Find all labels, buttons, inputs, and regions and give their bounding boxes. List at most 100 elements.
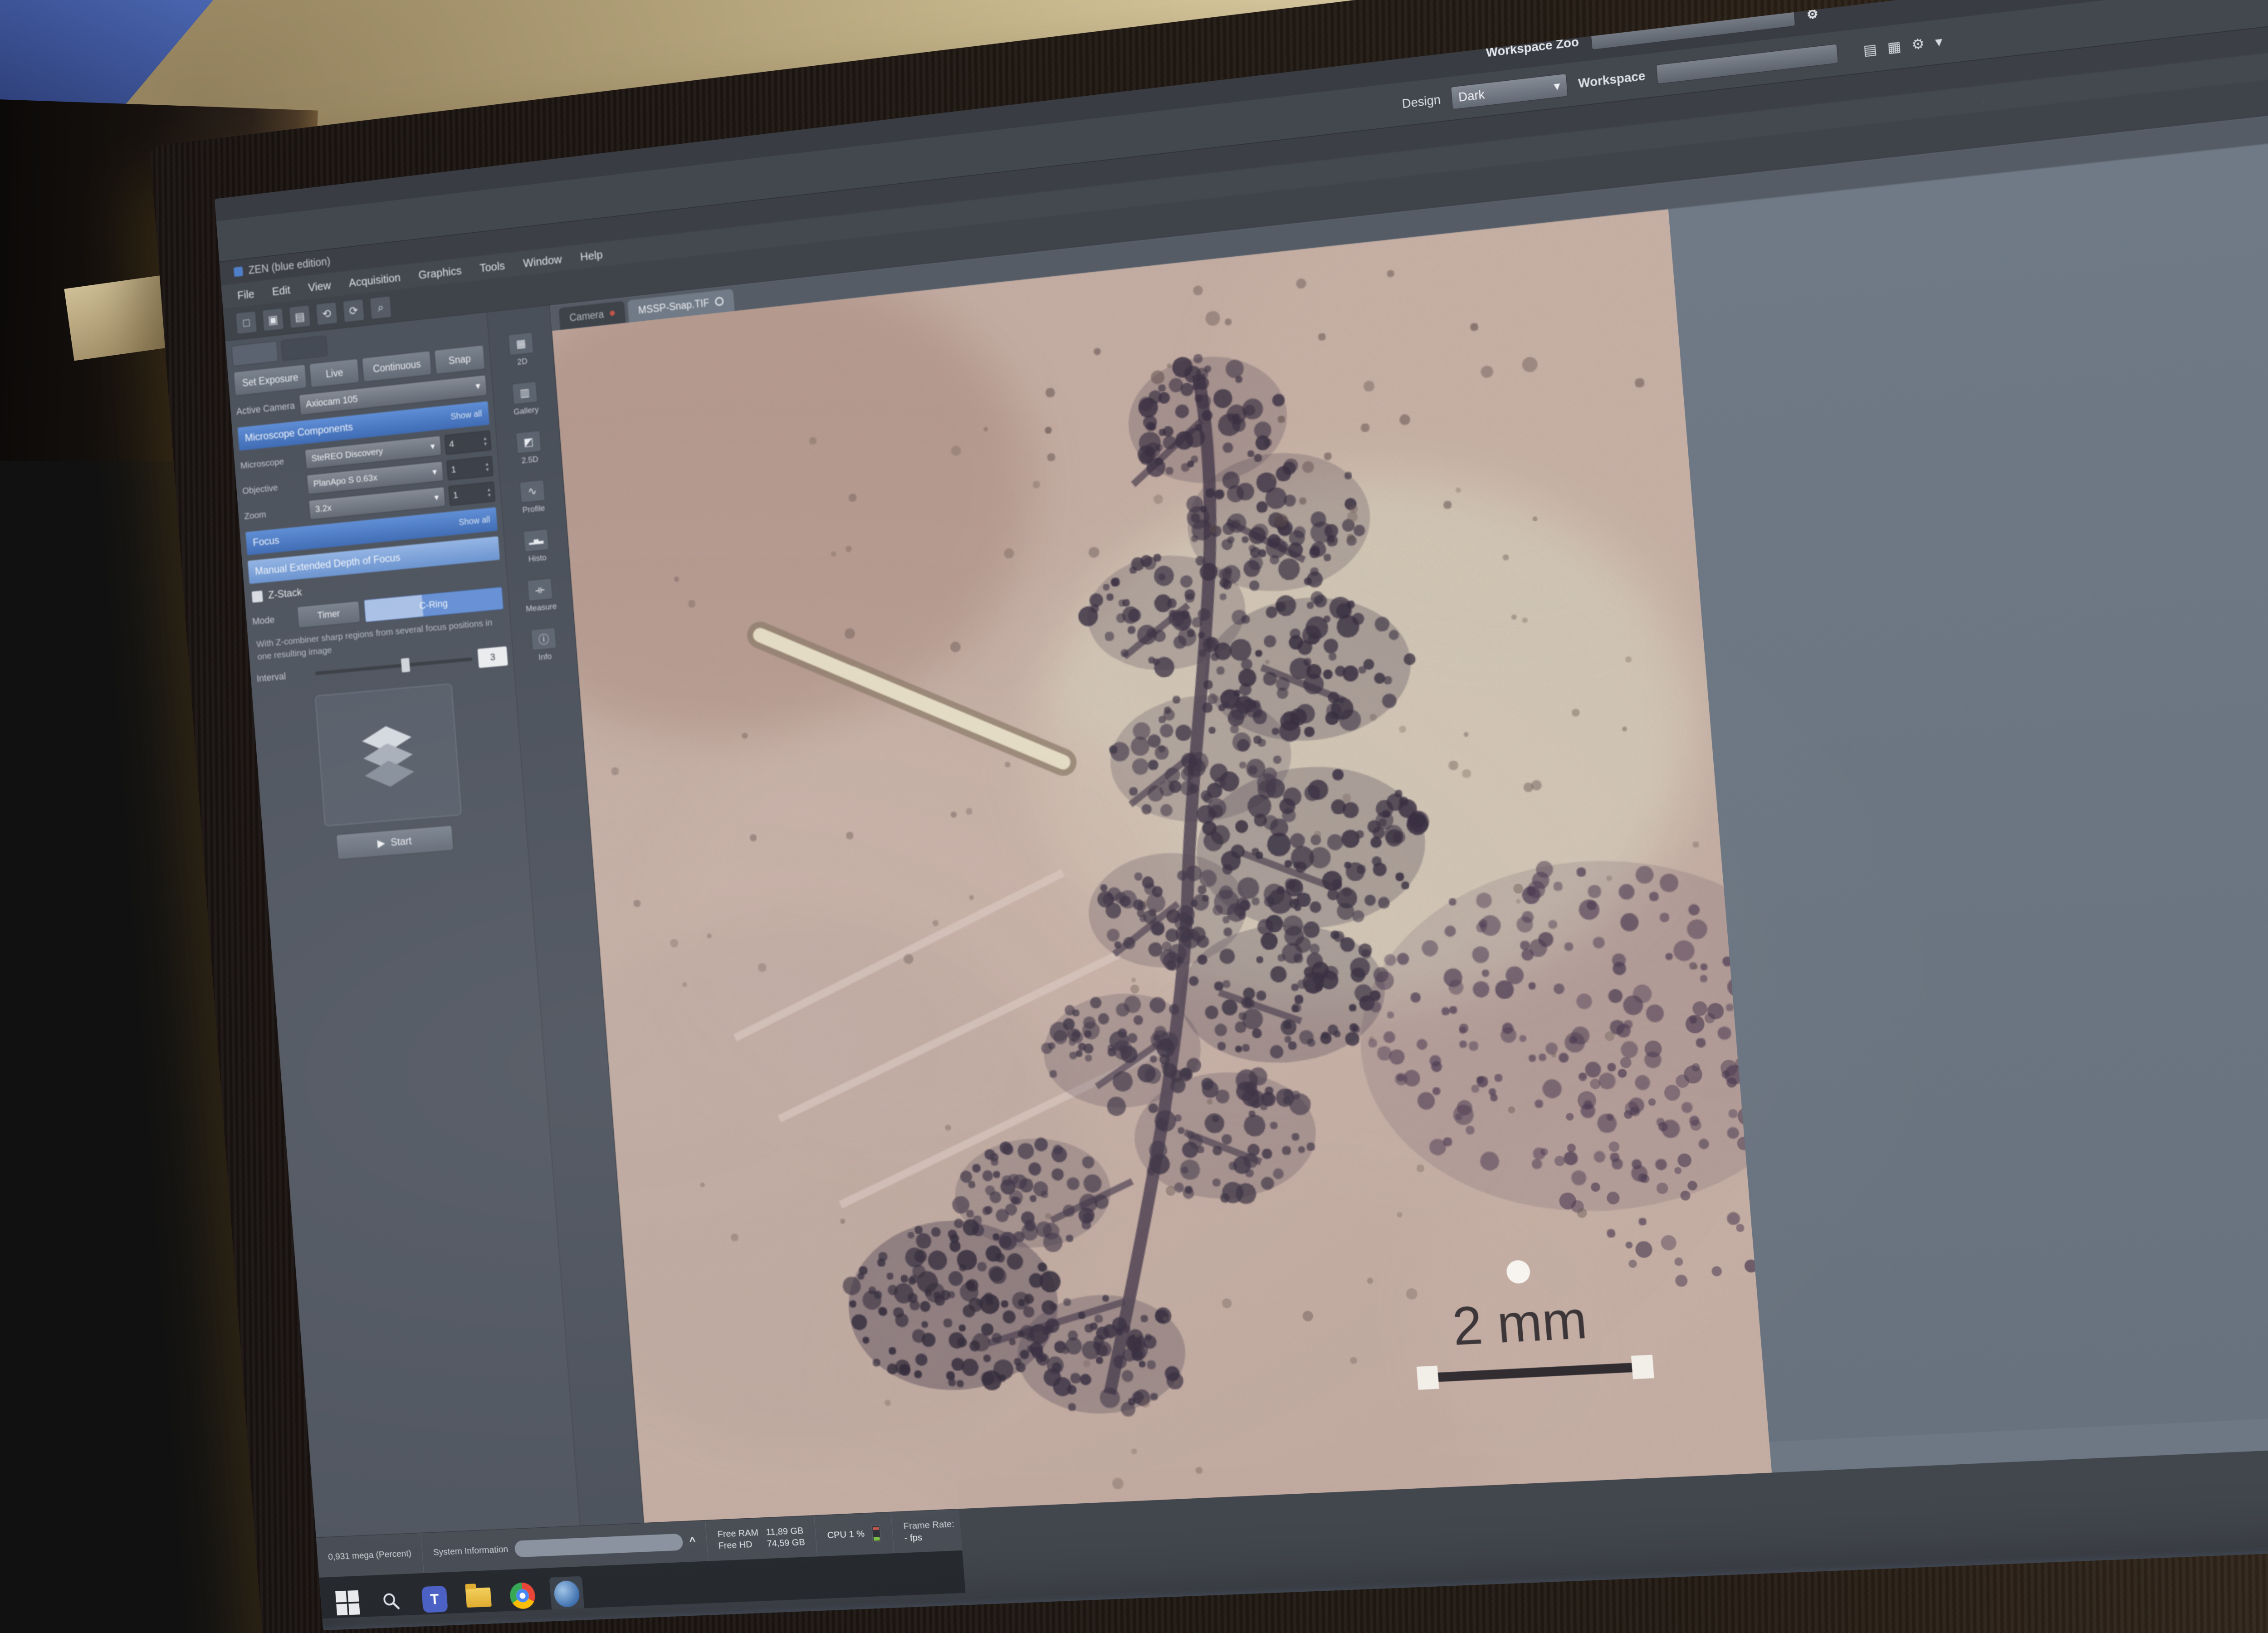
image-viewer: Camera MSSP-Snap.TIF — [550, 92, 2268, 1523]
status-user: User: andrea.silva1 — [1270, 1492, 1354, 1537]
redo-icon[interactable]: ⟳ — [342, 299, 365, 323]
zen-app-icon — [234, 266, 243, 277]
tab-profile[interactable]: ∿ Profile — [519, 479, 546, 515]
chevron-down-icon: ▾ — [475, 380, 481, 392]
cpu-meter-icon — [871, 1524, 882, 1542]
image-viewport[interactable]: 2 mm — [552, 120, 2268, 1523]
interval-value[interactable]: 3 — [478, 646, 508, 668]
microscope-stepper[interactable]: 4▴▾ — [445, 430, 492, 455]
close-icon[interactable] — [715, 297, 724, 306]
objective-stepper[interactable]: 1▴▾ — [446, 456, 494, 480]
design-label: Design — [1402, 93, 1441, 111]
status-pixel-value: Pixel Value: – — [965, 1506, 1039, 1550]
workspace-label: Workspace — [1578, 68, 1646, 91]
file-explorer-taskbar-icon[interactable] — [461, 1580, 496, 1615]
info-icon: ⓘ — [531, 627, 557, 650]
panel-tab-experiment[interactable] — [281, 335, 328, 361]
status-cpu: CPU 1 % — [815, 1512, 894, 1557]
profile-curve-icon: ∿ — [519, 479, 545, 503]
status-zoom-info: 0,931 mega (Percent) — [316, 1533, 424, 1578]
active-camera-label: Active Camera — [236, 400, 295, 417]
chevron-down-icon: ▾ — [432, 466, 437, 478]
menu-item-acquisition[interactable]: Acquisition — [348, 270, 401, 289]
tab-histo[interactable]: ▂▅▃ Histo — [523, 529, 550, 565]
status-frame-rate: Frame Rate: - fps — [891, 1509, 968, 1554]
slider-thumb[interactable] — [401, 658, 410, 672]
workspace-dropdown[interactable] — [1656, 44, 1838, 84]
chevron-down-icon[interactable]: ▾ — [1935, 33, 1943, 50]
snap-button[interactable]: Snap — [434, 345, 485, 374]
menu-item-edit[interactable]: Edit — [272, 283, 291, 298]
fossil-specimen-image[interactable]: 2 mm — [552, 209, 1772, 1523]
design-dropdown[interactable]: Dark ▾ — [1451, 73, 1568, 110]
new-document-icon[interactable]: □ — [235, 311, 257, 334]
monitor-screen: Workspace Zoo ⚙ Design Dark ▾ Workspace … — [215, 0, 2268, 1630]
tab-2-5d[interactable]: ◩ 2.5D — [516, 430, 543, 466]
zstack-preview — [314, 683, 461, 826]
zen-app-icon — [553, 1580, 581, 1608]
layout-grid-icon[interactable]: ▤ — [1862, 41, 1877, 59]
menu-item-graphics[interactable]: Graphics — [418, 264, 462, 282]
collapse-chevron-icon[interactable]: ^ — [1119, 1516, 1126, 1529]
search-icon — [381, 1591, 401, 1611]
zoom-tool-icon[interactable]: ⌕ — [370, 296, 392, 320]
search-button[interactable] — [374, 1584, 408, 1619]
zstack-icon — [252, 591, 263, 603]
chrome-taskbar-icon[interactable] — [505, 1578, 540, 1613]
zoom-stepper[interactable]: 1▴▾ — [448, 482, 495, 506]
info-badge-icon: i — [1108, 1516, 1113, 1531]
gear-icon[interactable]: ⚙ — [1806, 6, 1819, 22]
undo-icon[interactable]: ⟲ — [316, 302, 338, 325]
show-all-toggle[interactable]: Show all — [459, 514, 491, 528]
live-dot-icon — [610, 310, 615, 316]
mode-timer-button[interactable]: Timer — [297, 601, 361, 628]
teams-taskbar-icon[interactable]: T — [417, 1582, 452, 1617]
dimensions-icon: ▦ — [508, 332, 534, 356]
folder-icon — [465, 1587, 492, 1608]
menu-item-help[interactable]: Help — [580, 248, 603, 264]
viewer-empty-area — [1668, 120, 2268, 1473]
tab-info[interactable]: ⓘ Info — [531, 627, 557, 663]
chrome-icon — [509, 1582, 536, 1609]
continuous-button[interactable]: Continuous — [362, 351, 432, 382]
chevron-down-icon: ▾ — [434, 492, 439, 503]
cube-icon: ◩ — [516, 430, 542, 454]
zen-taskbar-icon[interactable] — [549, 1576, 585, 1612]
measure-icon: ⟛ — [527, 578, 553, 601]
show-all-toggle[interactable]: Show all — [450, 409, 483, 422]
panel-tab-camera[interactable] — [231, 341, 278, 366]
save-icon[interactable]: ▤ — [289, 305, 311, 328]
photo-of-monitor: Workspace Zoo ⚙ Design Dark ▾ Workspace … — [0, 0, 2268, 1633]
gear-icon[interactable]: ⚙ — [1911, 35, 1926, 53]
scale-bar-label: 2 mm — [1450, 1290, 1589, 1357]
workspace-zoom-label: Workspace Zoo — [1486, 34, 1579, 59]
menu-item-tools[interactable]: Tools — [479, 259, 505, 275]
tab-2d[interactable]: ▦ 2D — [508, 332, 535, 368]
live-button[interactable]: Live — [309, 358, 360, 388]
collapse-chevron-icon[interactable]: ^ — [689, 1535, 696, 1548]
system-info-field — [514, 1534, 684, 1558]
window-title: ZEN (blue edition) — [248, 255, 331, 277]
tab-measure[interactable]: ⟛ Measure — [524, 578, 557, 614]
interval-slider[interactable] — [315, 657, 472, 675]
layout-columns-icon[interactable]: ▦ — [1887, 38, 1901, 56]
status-memory: Free RAM11,89 GB Free HD74,59 GB — [705, 1516, 818, 1561]
start-button[interactable]: ▶ Start — [336, 825, 454, 860]
windows-logo-icon — [335, 1590, 360, 1616]
histogram-icon: ▂▅▃ — [523, 529, 549, 552]
stack-layers-icon — [348, 715, 427, 795]
tab-gallery[interactable]: ▥ Gallery — [511, 381, 539, 417]
teams-icon: T — [421, 1586, 448, 1613]
status-position: Position: X: - Y: - — [1036, 1503, 1098, 1547]
menu-item-file[interactable]: File — [237, 287, 255, 302]
menu-item-view[interactable]: View — [308, 279, 331, 294]
open-file-icon[interactable]: ▣ — [262, 308, 284, 332]
status-storage-folder: Storage Folder: C:\Users\andrea.silva1\P… — [1135, 1496, 1273, 1543]
play-icon: ▶ — [377, 837, 386, 850]
menu-item-window[interactable]: Window — [523, 252, 562, 270]
chevron-down-icon: ▾ — [430, 440, 435, 452]
status-info-toggle: i ^ — [1095, 1501, 1139, 1545]
set-exposure-button[interactable]: Set Exposure — [233, 364, 307, 396]
gallery-icon: ▥ — [512, 381, 538, 405]
start-button[interactable] — [330, 1585, 365, 1620]
